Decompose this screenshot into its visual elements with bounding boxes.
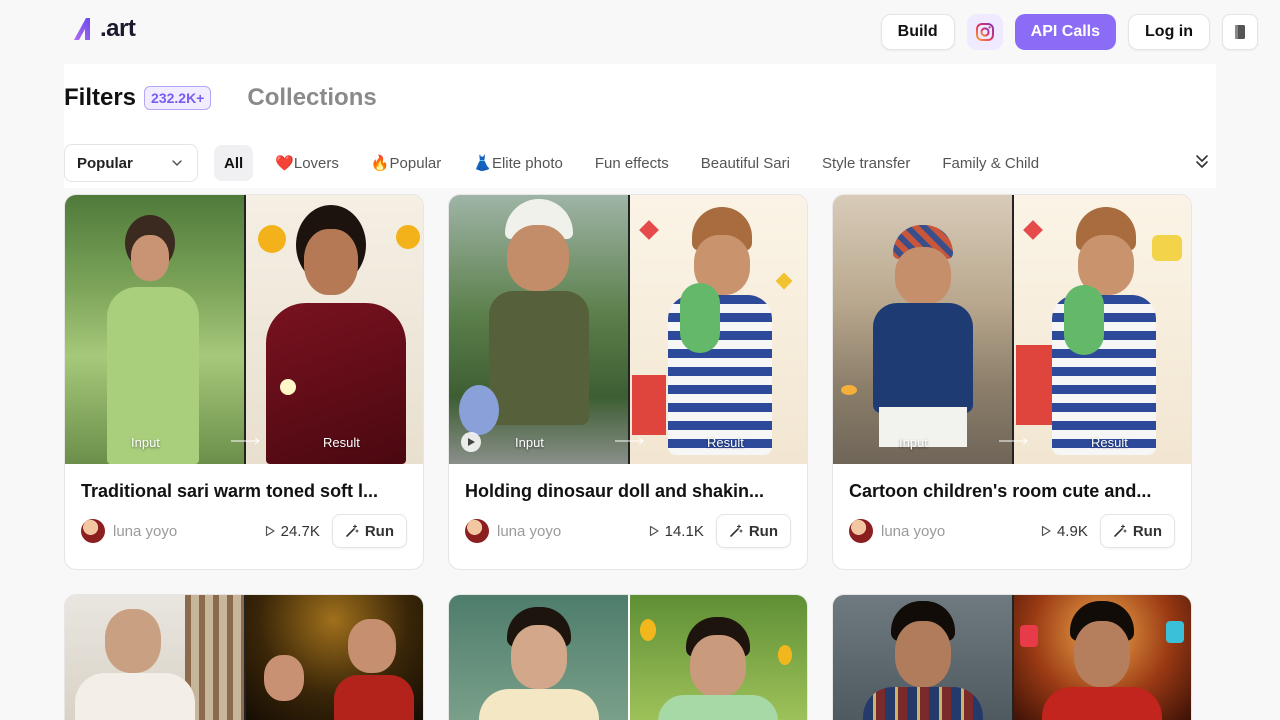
view-count: 24.7K <box>264 523 320 540</box>
card-preview-image: Input Result <box>449 195 807 464</box>
card-preview-image <box>449 595 807 720</box>
card-title: Cartoon children's room cute and... <box>849 481 1152 501</box>
chevron-down-icon <box>172 160 182 166</box>
result-image <box>244 595 423 720</box>
card-meta: luna yoyo 24.7K Run <box>81 513 407 549</box>
filter-card[interactable]: Input Result Traditional sari warm toned… <box>64 194 424 570</box>
sort-select-value: Popular <box>77 154 133 172</box>
filter-card[interactable] <box>832 594 1192 720</box>
view-count-value: 14.1K <box>664 522 704 540</box>
filters-header-panel: Filters 232.2K+ Collections Popular All … <box>64 64 1216 188</box>
arrow-right-icon <box>615 437 644 445</box>
filter-card[interactable]: Input Result Cartoon children's room cut… <box>832 194 1192 570</box>
double-chevron-down-icon[interactable] <box>1194 152 1210 170</box>
input-image <box>449 195 628 464</box>
chip-popular[interactable]: 🔥Popular <box>361 145 451 181</box>
result-label: Result <box>707 435 744 450</box>
filter-card[interactable] <box>448 594 808 720</box>
filter-card[interactable] <box>64 594 424 720</box>
magic-wand-icon <box>1114 524 1127 537</box>
heading-row: Filters 232.2K+ Collections <box>64 84 377 112</box>
filters-count-badge: 232.2K+ <box>144 86 212 110</box>
input-image <box>833 595 1012 720</box>
magic-wand-icon <box>730 524 743 537</box>
filter-row: Popular All ❤️Lovers 🔥Popular 👗Elite pho… <box>64 144 1216 182</box>
card-preview-image <box>65 595 423 720</box>
chip-family-child[interactable]: Family & Child <box>932 145 1049 181</box>
collections-tab[interactable]: Collections <box>247 84 376 112</box>
category-chips: All ❤️Lovers 🔥Popular 👗Elite photo Fun e… <box>214 144 1049 182</box>
result-image <box>628 195 807 464</box>
result-image <box>1012 195 1191 464</box>
run-button[interactable]: Run <box>331 514 407 548</box>
input-label: Input <box>899 435 928 450</box>
chip-lovers[interactable]: ❤️Lovers <box>265 145 349 181</box>
run-button-label: Run <box>364 522 394 540</box>
chip-beautiful-sari[interactable]: Beautiful Sari <box>691 145 800 181</box>
chip-style-transfer[interactable]: Style transfer <box>812 145 920 181</box>
result-label: Result <box>1091 435 1128 450</box>
card-preview-image <box>833 595 1191 720</box>
run-button[interactable]: Run <box>1099 514 1175 548</box>
view-count-value: 4.9K <box>1056 522 1088 540</box>
avatar[interactable] <box>81 519 105 543</box>
build-button[interactable]: Build <box>880 14 955 50</box>
filter-card[interactable]: Input Result Holding dinosaur doll and s… <box>448 194 808 570</box>
card-title: Traditional sari warm toned soft l... <box>81 481 379 501</box>
card-meta: luna yoyo 14.1K Run <box>465 513 791 549</box>
view-count: 4.9K <box>1040 523 1088 540</box>
play-count-icon <box>265 525 275 537</box>
run-button[interactable]: Run <box>715 514 791 548</box>
input-image <box>449 595 628 720</box>
book-icon <box>1235 25 1245 39</box>
avatar[interactable] <box>465 519 489 543</box>
view-count: 14.1K <box>648 523 704 540</box>
api-calls-button[interactable]: API Calls <box>1014 14 1117 50</box>
avatar[interactable] <box>849 519 873 543</box>
card-title: Holding dinosaur doll and shakin... <box>465 481 765 501</box>
input-image <box>833 195 1012 464</box>
input-label: Input <box>131 435 160 450</box>
chip-fun-effects[interactable]: Fun effects <box>585 145 679 181</box>
author-name[interactable]: luna yoyo <box>881 523 945 540</box>
arrow-right-icon <box>999 437 1028 445</box>
card-preview-image: Input Result <box>833 195 1191 464</box>
instagram-icon <box>975 23 994 41</box>
input-image <box>65 595 245 720</box>
result-image <box>244 195 423 464</box>
logo-text: .art <box>100 15 136 42</box>
logo[interactable]: .art <box>72 14 136 44</box>
input-label: Input <box>515 435 544 450</box>
result-image <box>1012 595 1191 720</box>
video-play-icon[interactable] <box>461 432 481 452</box>
view-count-value: 24.7K <box>280 522 320 540</box>
arrow-right-icon <box>231 437 260 445</box>
magic-wand-icon <box>346 524 359 537</box>
sort-select[interactable]: Popular <box>64 144 198 182</box>
card-preview-image: Input Result <box>65 195 423 464</box>
author-name[interactable]: luna yoyo <box>113 523 177 540</box>
run-button-label: Run <box>1132 522 1162 540</box>
menu-button[interactable] <box>1222 14 1258 50</box>
input-image <box>65 195 244 464</box>
result-label: Result <box>323 435 360 450</box>
chip-elite-photo[interactable]: 👗Elite photo <box>463 145 573 181</box>
filters-tab[interactable]: Filters <box>64 84 136 112</box>
play-count-icon <box>649 525 659 537</box>
top-navigation: .art Build API Calls Log in <box>0 0 1280 64</box>
login-button[interactable]: Log in <box>1128 14 1210 50</box>
chip-all[interactable]: All <box>214 145 254 181</box>
nav-actions: Build API Calls Log in <box>880 14 1258 50</box>
play-count-icon <box>1041 525 1051 537</box>
author-name[interactable]: luna yoyo <box>497 523 561 540</box>
result-image <box>628 595 807 720</box>
instagram-button[interactable] <box>966 14 1003 50</box>
card-meta: luna yoyo 4.9K Run <box>849 513 1175 549</box>
logo-mark-icon <box>74 18 90 40</box>
run-button-label: Run <box>748 522 778 540</box>
